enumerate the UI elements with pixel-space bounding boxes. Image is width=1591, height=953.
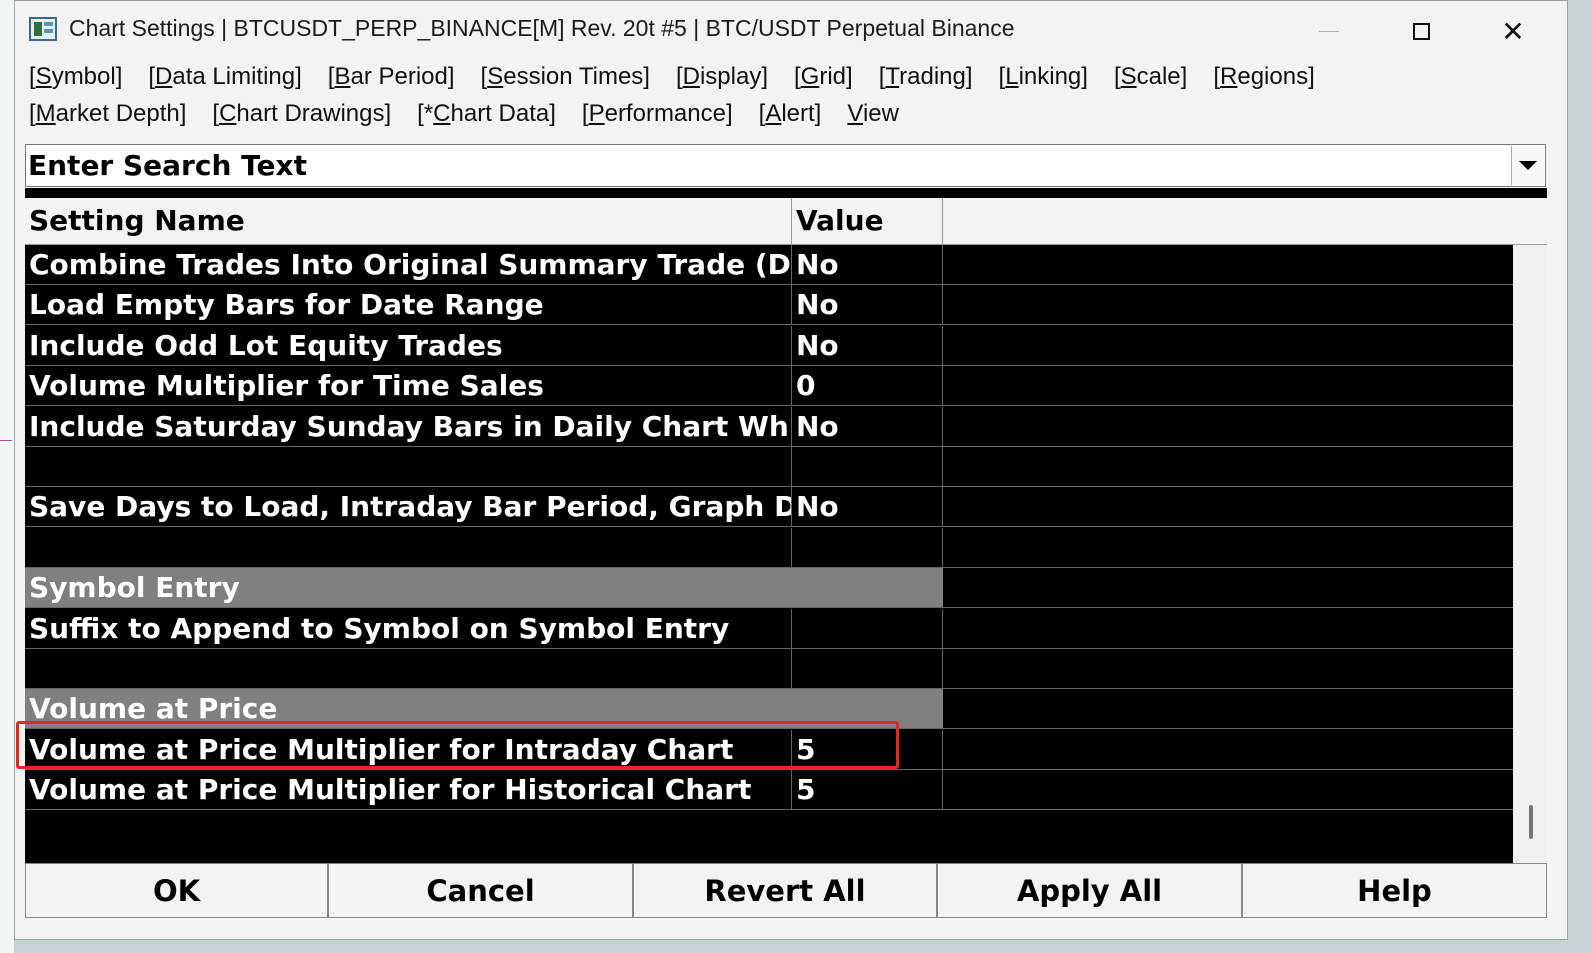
setting-row[interactable]: Volume Multiplier for Time Sales 0 xyxy=(25,366,1513,407)
menu-item[interactable]: [Chart Drawings] xyxy=(212,100,391,128)
setting-value-cell xyxy=(792,527,943,567)
setting-row[interactable]: Save Days to Load, Intraday Bar Period, … xyxy=(25,487,1513,528)
column-header-empty xyxy=(943,198,1547,244)
setting-value-cell xyxy=(792,447,943,486)
menu-item[interactable]: View xyxy=(847,100,899,128)
column-header-setting-name[interactable]: Setting Name xyxy=(25,198,792,244)
chevron-down-icon xyxy=(1519,161,1537,170)
section-header-row: Volume at Price xyxy=(25,689,1513,730)
setting-name-cell xyxy=(25,447,792,486)
setting-row[interactable]: Suffix to Append to Symbol on Symbol Ent… xyxy=(25,608,1513,649)
setting-row[interactable]: Include Saturday Sunday Bars in Daily Ch… xyxy=(25,406,1513,447)
close-icon: ✕ xyxy=(1501,14,1525,48)
minimize-button[interactable] xyxy=(1283,1,1375,61)
setting-value-cell xyxy=(792,649,943,688)
section-header-row: Symbol Entry xyxy=(25,568,1513,609)
help-button[interactable]: Help xyxy=(1242,863,1547,918)
setting-row[interactable]: Include Odd Lot Equity Trades No xyxy=(25,325,1513,366)
search-input[interactable] xyxy=(28,147,1508,183)
apply-all-button[interactable]: Apply All xyxy=(937,863,1242,918)
menu-item[interactable]: [Trading] xyxy=(879,63,973,91)
background-chart-line xyxy=(0,440,12,441)
setting-row[interactable]: Volume at Price Multiplier for Intraday … xyxy=(25,729,1513,770)
setting-name-cell: Save Days to Load, Intraday Bar Period, … xyxy=(25,487,792,527)
background-chart-strip xyxy=(0,0,14,953)
grid-header: Setting Name Value xyxy=(25,198,1547,245)
menu-item[interactable]: [Performance] xyxy=(582,100,733,128)
menu-item[interactable]: [Bar Period] xyxy=(328,63,455,91)
ok-button[interactable]: OK xyxy=(25,863,328,918)
setting-value-cell[interactable]: No xyxy=(792,487,943,527)
setting-name-cell xyxy=(25,649,792,688)
vertical-scrollbar[interactable] xyxy=(1513,245,1547,873)
revert-all-button[interactable]: Revert All xyxy=(633,863,937,918)
setting-value-cell[interactable]: No xyxy=(792,325,943,365)
setting-value-cell[interactable]: 0 xyxy=(792,366,943,406)
setting-name-cell: Volume Multiplier for Time Sales xyxy=(25,366,792,406)
setting-name-cell: Volume at Price Multiplier for Historica… xyxy=(25,770,792,810)
cancel-button[interactable]: Cancel xyxy=(328,863,633,918)
setting-name-cell: Volume at Price Multiplier for Intraday … xyxy=(25,729,792,769)
setting-value-cell[interactable]: 5 xyxy=(792,770,943,810)
setting-row[interactable]: Volume at Price Multiplier for Historica… xyxy=(25,770,1513,811)
scrollbar-thumb[interactable] xyxy=(1529,805,1533,839)
menu-item[interactable]: [*Chart Data] xyxy=(417,100,556,128)
menu-item[interactable]: [Session Times] xyxy=(481,63,650,91)
menu-item[interactable]: [Grid] xyxy=(794,63,853,91)
minimize-icon xyxy=(1319,30,1339,32)
menu-item[interactable]: [Alert] xyxy=(759,100,822,128)
setting-value-cell[interactable]: No xyxy=(792,245,943,284)
menu-item[interactable]: [Market Depth] xyxy=(29,100,186,128)
setting-row[interactable]: Load Empty Bars for Date Range No xyxy=(25,285,1513,326)
blank-row xyxy=(25,527,1513,568)
setting-name-cell: Include Saturday Sunday Bars in Daily Ch… xyxy=(25,406,792,446)
app-chart-icon xyxy=(29,17,57,41)
dialog-button-bar: OK Cancel Revert All Apply All Help xyxy=(25,863,1547,918)
menu-item[interactable]: [Data Limiting] xyxy=(148,63,301,91)
setting-name-cell xyxy=(25,527,792,567)
setting-value-cell[interactable]: No xyxy=(792,406,943,446)
setting-value-cell[interactable]: 5 xyxy=(792,729,943,769)
setting-value-cell[interactable]: No xyxy=(792,285,943,325)
section-title: Volume at Price xyxy=(25,689,943,729)
setting-name-cell: Load Empty Bars for Date Range xyxy=(25,285,792,325)
settings-grid: Setting Name Value Combine Trades Into O… xyxy=(25,188,1547,873)
setting-name-cell: Combine Trades Into Original Summary Tra… xyxy=(25,245,792,284)
search-dropdown-button[interactable] xyxy=(1511,146,1544,185)
menu-item[interactable]: [Regions] xyxy=(1213,63,1314,91)
menu-item[interactable]: [Symbol] xyxy=(29,63,122,91)
menu-item[interactable]: [Linking] xyxy=(999,63,1088,91)
section-title: Symbol Entry xyxy=(25,568,943,608)
window-title: Chart Settings | BTCUSDT_PERP_BINANCE[M]… xyxy=(69,15,1015,41)
setting-name-cell: Include Odd Lot Equity Trades xyxy=(25,325,792,365)
blank-row xyxy=(25,649,1513,689)
column-header-value[interactable]: Value xyxy=(792,198,943,244)
menu-bar-row-1: [Symbol] [Data Limiting] [Bar Period] [Sess… xyxy=(29,63,1529,91)
blank-row xyxy=(25,447,1513,487)
setting-value-cell[interactable] xyxy=(792,608,943,648)
search-combobox[interactable] xyxy=(25,144,1546,187)
menu-bar-row-2: [Market Depth] [Chart Drawings] [*Chart Da… xyxy=(29,100,1529,128)
maximize-icon xyxy=(1412,22,1430,40)
chart-settings-dialog: Chart Settings | BTCUSDT_PERP_BINANCE[M]… xyxy=(14,0,1568,940)
menu-item[interactable]: [Display] xyxy=(676,63,768,91)
maximize-button[interactable] xyxy=(1375,1,1467,61)
menu-item[interactable]: [Scale] xyxy=(1114,63,1187,91)
title-bar[interactable]: Chart Settings | BTCUSDT_PERP_BINANCE[M]… xyxy=(15,1,1567,61)
close-button[interactable]: ✕ xyxy=(1467,1,1559,61)
setting-name-cell: Suffix to Append to Symbol on Symbol Ent… xyxy=(25,608,792,648)
setting-row[interactable]: Combine Trades Into Original Summary Tra… xyxy=(25,245,1513,285)
